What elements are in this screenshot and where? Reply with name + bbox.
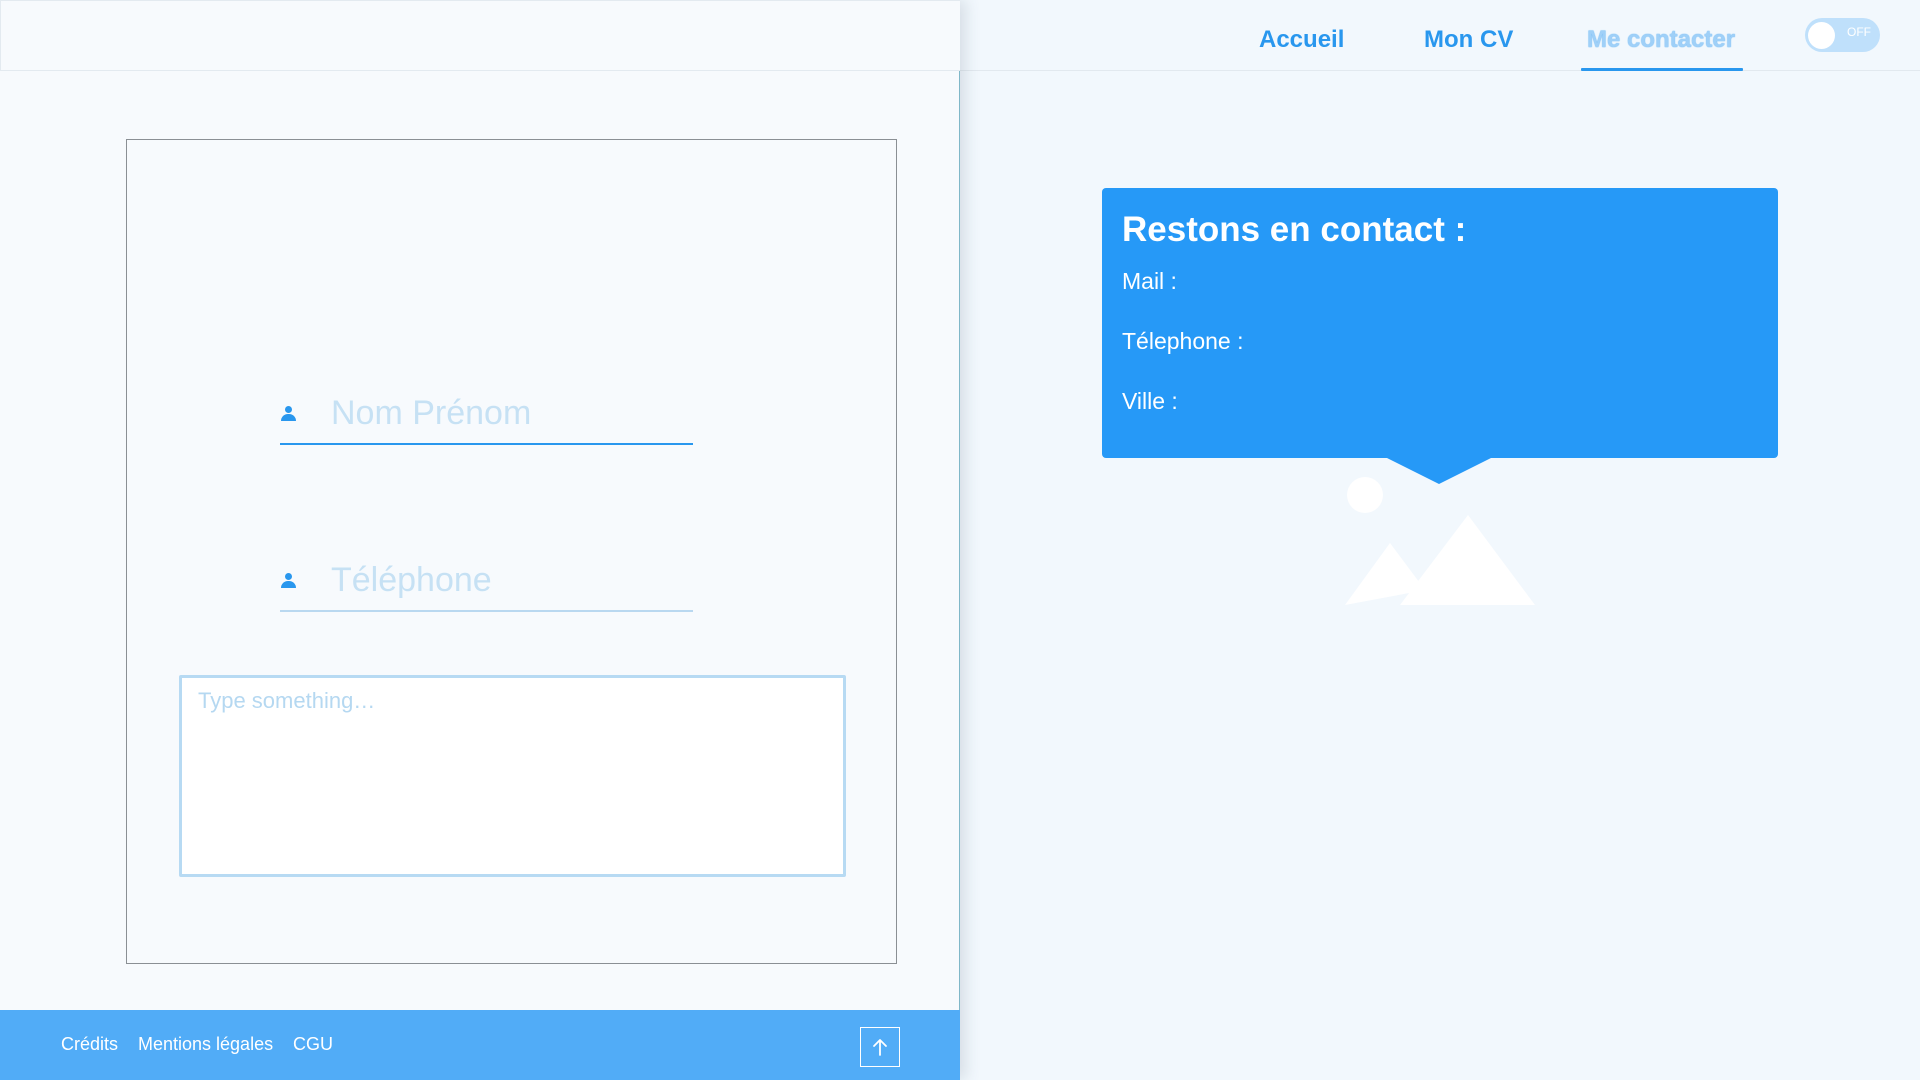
left-panel: Crédits Mentions légales CGU xyxy=(0,0,960,1080)
user-icon xyxy=(280,573,296,591)
contact-info-card: Restons en contact : Mail : Télephone : … xyxy=(1102,188,1778,458)
footer: Crédits Mentions légales CGU xyxy=(0,1010,960,1080)
name-field xyxy=(280,383,693,445)
contact-phone-label: Télephone : xyxy=(1122,328,1244,354)
left-header-bar xyxy=(0,0,960,71)
contact-mail-label: Mail : xyxy=(1122,268,1177,294)
image-placeholder-icon xyxy=(1345,477,1535,605)
active-nav-indicator xyxy=(1581,68,1743,71)
name-field-underline xyxy=(280,443,693,445)
nav-item-accueil[interactable]: Accueil xyxy=(1259,26,1344,54)
contact-form xyxy=(126,139,897,964)
name-input[interactable] xyxy=(331,389,686,437)
phone-input[interactable] xyxy=(331,556,686,604)
top-navigation: Accueil Mon CV Me contacter OFF xyxy=(960,0,1920,71)
phone-field xyxy=(280,550,693,612)
message-textarea[interactable] xyxy=(179,675,846,877)
contact-title: Restons en contact : xyxy=(1122,210,1467,249)
phone-field-underline xyxy=(280,610,693,612)
footer-link-legal[interactable]: Mentions légales xyxy=(138,1034,273,1055)
footer-link-credits[interactable]: Crédits xyxy=(61,1034,118,1055)
back-to-top-button[interactable] xyxy=(860,1027,900,1067)
toggle-label: OFF xyxy=(1847,25,1871,39)
footer-link-cgu[interactable]: CGU xyxy=(293,1034,333,1055)
toggle-knob xyxy=(1808,22,1835,49)
user-icon xyxy=(280,406,296,424)
nav-item-me-contacter[interactable]: Me contacter xyxy=(1587,26,1735,54)
arrow-up-icon xyxy=(873,1039,887,1056)
contact-city-label: Ville : xyxy=(1122,388,1178,414)
theme-toggle[interactable]: OFF xyxy=(1805,18,1880,52)
right-panel: Accueil Mon CV Me contacter OFF Restons … xyxy=(960,0,1920,1080)
nav-item-mon-cv[interactable]: Mon CV xyxy=(1424,26,1513,54)
